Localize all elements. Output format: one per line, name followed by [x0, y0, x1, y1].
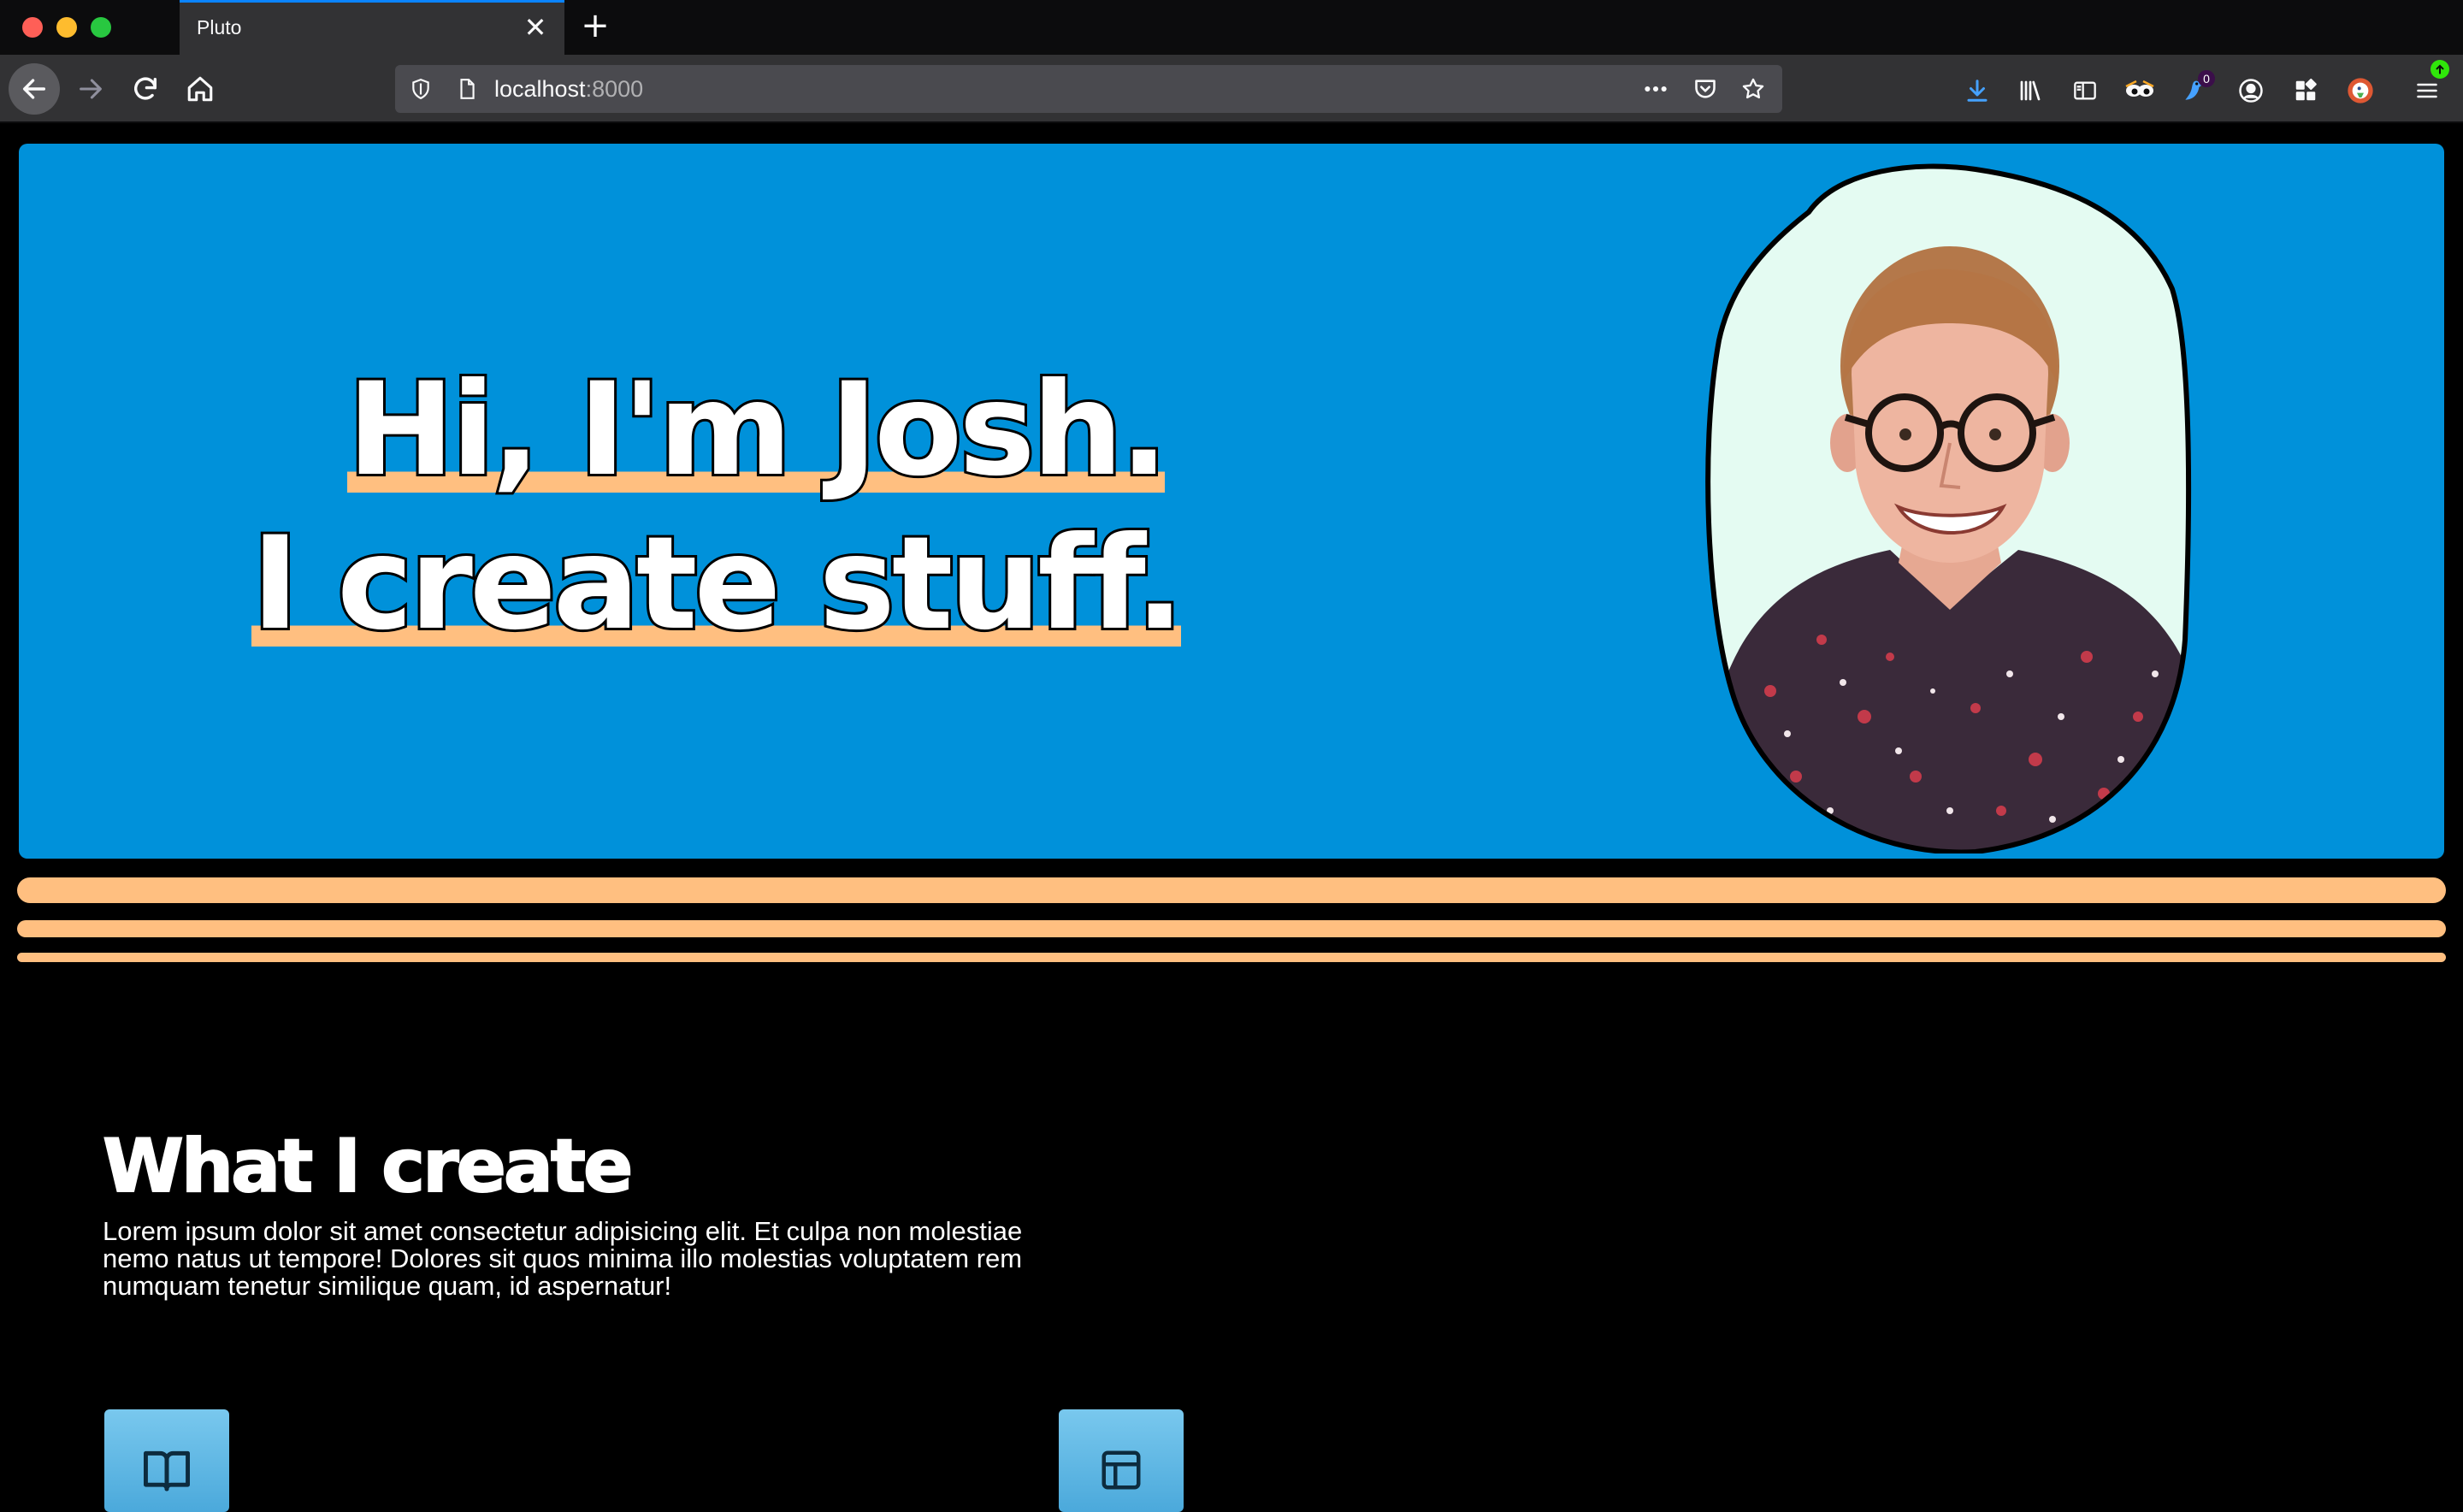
library-icon[interactable] — [2015, 75, 2046, 106]
hero-heading-line-2: I create stuff. — [249, 507, 1187, 661]
layout-icon — [1102, 1450, 1141, 1490]
browser-tab-active[interactable]: Pluto ✕ — [180, 0, 564, 55]
window-close-button[interactable] — [22, 17, 43, 38]
account-icon[interactable] — [2236, 75, 2266, 106]
notification-badge: 0 — [2198, 70, 2215, 87]
arrow-left-icon — [22, 79, 46, 99]
sidebar-icon[interactable] — [2070, 75, 2100, 106]
section-description: Lorem ipsum dolor sit amet consectetur a… — [103, 1216, 1023, 1301]
tab-bar: Pluto ✕ + — [0, 0, 2463, 55]
pocket-icon[interactable] — [1693, 77, 1717, 101]
extensions-grid-icon[interactable] — [2290, 75, 2321, 106]
card-layout-tile[interactable] — [1059, 1409, 1184, 1512]
hero-heading-line-1: Hi, I'm Josh. — [345, 353, 1171, 507]
navigation-toolbar: localhost:8000 0 — [0, 55, 2463, 123]
hero-heading-text-1: Hi, I'm Josh. — [345, 353, 1171, 507]
download-icon[interactable] — [1962, 75, 1993, 106]
new-tab-button[interactable]: + — [578, 9, 612, 43]
window-zoom-button[interactable] — [91, 17, 111, 38]
menu-icon[interactable] — [2412, 60, 2449, 106]
extension-eyes-icon[interactable] — [2124, 75, 2155, 106]
card-book-tile[interactable] — [104, 1409, 229, 1512]
url-port: :8000 — [585, 76, 644, 102]
decorative-stripe — [17, 953, 2446, 962]
decorative-stripe — [17, 877, 2446, 903]
section-title: What I create — [102, 1123, 634, 1210]
hero-heading-text-2: I create stuff. — [249, 507, 1187, 661]
portrait-photo — [1693, 161, 2206, 853]
extension-bird-icon[interactable]: 0 — [2179, 70, 2215, 106]
home-icon — [187, 76, 213, 102]
shield-icon[interactable] — [409, 77, 433, 101]
book-icon — [143, 1450, 190, 1491]
more-icon[interactable] — [1644, 77, 1668, 101]
back-button[interactable] — [9, 63, 60, 115]
close-icon[interactable]: ✕ — [522, 13, 549, 42]
reload-button[interactable] — [121, 65, 169, 113]
reload-icon — [134, 77, 157, 100]
star-icon[interactable] — [1741, 77, 1765, 101]
decorative-stripe — [17, 920, 2446, 937]
window-minimize-button[interactable] — [56, 17, 77, 38]
update-badge-icon — [2431, 60, 2449, 79]
duckduckgo-icon[interactable] — [2345, 75, 2376, 106]
tab-title: Pluto — [197, 16, 242, 38]
url-bar[interactable]: localhost:8000 — [395, 65, 1782, 113]
home-button[interactable] — [176, 65, 224, 113]
url-text[interactable]: localhost:8000 — [494, 76, 643, 103]
page-icon[interactable] — [455, 77, 479, 101]
arrow-right-icon — [80, 79, 102, 99]
forward-button[interactable] — [67, 65, 115, 113]
url-host: localhost — [494, 76, 586, 102]
